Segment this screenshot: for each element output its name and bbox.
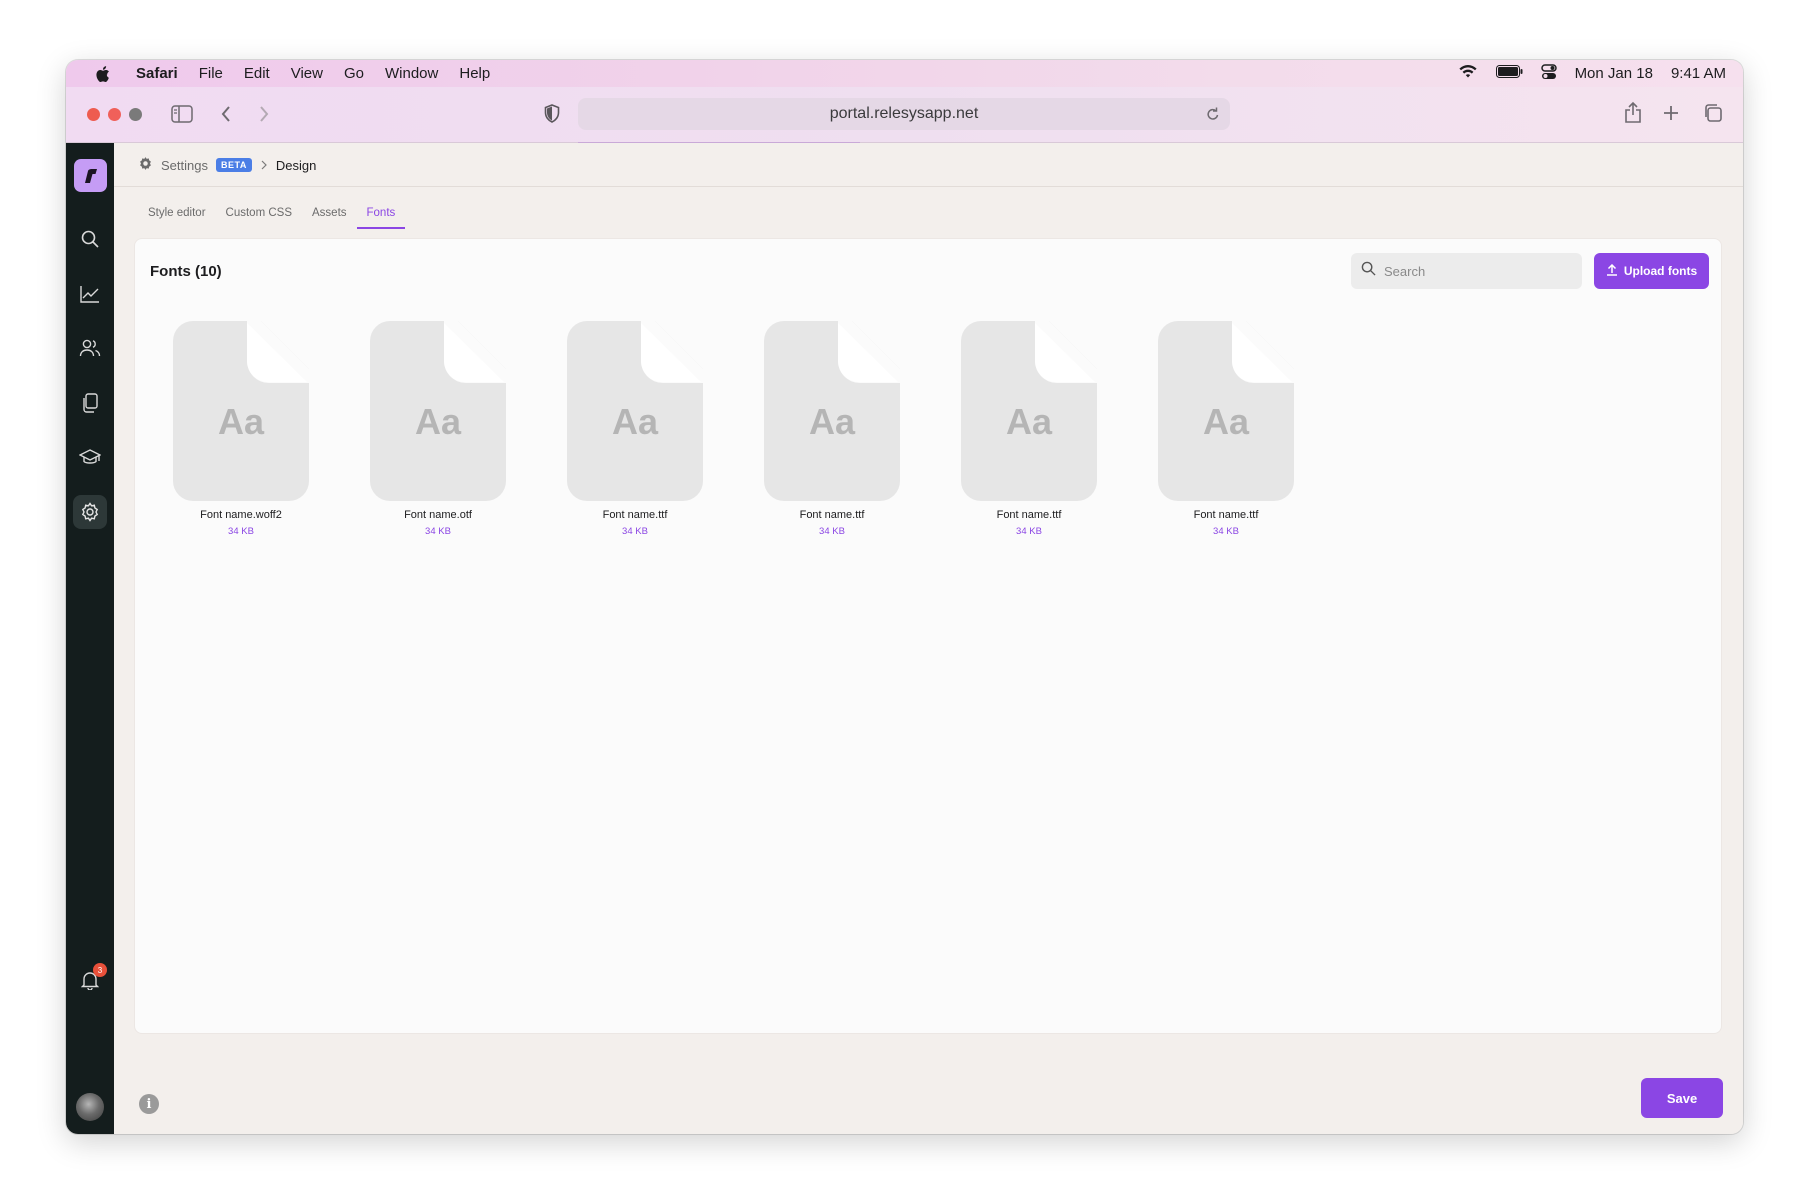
menu-edit[interactable]: Edit xyxy=(244,65,270,82)
menu-view[interactable]: View xyxy=(291,65,323,82)
font-name: Font name.ttf xyxy=(602,509,668,521)
design-tabs: Style editor Custom CSS Assets Fonts xyxy=(138,207,406,229)
font-preview: Aa xyxy=(1005,401,1053,442)
analytics-icon[interactable] xyxy=(78,282,102,306)
tab-custom-css[interactable]: Custom CSS xyxy=(216,207,302,229)
learning-icon[interactable] xyxy=(78,445,102,469)
font-card[interactable]: Aa Font name.woff2 34 KB xyxy=(173,321,309,537)
battery-icon[interactable] xyxy=(1495,65,1523,82)
settings-gear-icon xyxy=(138,156,153,174)
upload-fonts-button[interactable]: Upload fonts xyxy=(1594,253,1709,289)
breadcrumb-current: Design xyxy=(275,157,317,173)
reload-icon[interactable] xyxy=(1206,106,1220,127)
breadcrumb: Settings BETA Design xyxy=(138,155,316,175)
fonts-panel: Fonts (10) Upload fonts Aa Font name.woff… xyxy=(134,238,1722,1034)
app-logo[interactable] xyxy=(74,159,107,192)
search-box[interactable] xyxy=(1351,253,1582,289)
menubar-time: 9:41 AM xyxy=(1670,65,1726,82)
upload-fonts-label: Upload fonts xyxy=(1623,264,1698,278)
macos-menubar: Safari File Edit View Go Window Help Mon… xyxy=(66,60,1743,87)
font-file-icon: Aa xyxy=(567,321,703,501)
font-preview: Aa xyxy=(414,401,462,442)
font-size: 34 KB xyxy=(622,526,648,537)
font-size: 34 KB xyxy=(425,526,451,537)
main-content: Settings BETA Design Style editor Custom… xyxy=(114,143,1743,1134)
font-file-icon: Aa xyxy=(1158,321,1294,501)
browser-toolbar: portal.relesysapp.net xyxy=(66,87,1743,144)
font-file-icon: Aa xyxy=(370,321,506,501)
font-card[interactable]: Aa Font name.ttf 34 KB xyxy=(567,321,703,537)
apple-icon[interactable] xyxy=(94,65,112,83)
info-icon[interactable]: i xyxy=(139,1094,159,1114)
menu-file[interactable]: File xyxy=(199,65,223,82)
new-tab-icon[interactable] xyxy=(1663,105,1679,121)
search-icon xyxy=(1361,261,1376,281)
address-bar[interactable]: portal.relesysapp.net xyxy=(578,98,1230,130)
font-name: Font name.woff2 xyxy=(200,509,282,521)
breadcrumb-settings-link[interactable]: Settings xyxy=(161,158,208,173)
search-icon[interactable] xyxy=(78,227,102,251)
chevron-right-icon xyxy=(260,158,268,173)
safari-window: Safari File Edit View Go Window Help Mon… xyxy=(66,60,1743,1134)
menu-window[interactable]: Window xyxy=(385,65,438,82)
font-file-icon: Aa xyxy=(173,321,309,501)
window-controls xyxy=(87,108,142,121)
font-card[interactable]: Aa Font name.ttf 34 KB xyxy=(764,321,900,537)
url-text: portal.relesysapp.net xyxy=(829,105,979,122)
beta-badge: BETA xyxy=(215,158,252,172)
upload-icon xyxy=(1606,263,1618,279)
pages-icon[interactable] xyxy=(78,391,102,415)
tab-assets[interactable]: Assets xyxy=(302,207,357,229)
users-icon[interactable] xyxy=(78,336,102,360)
minimize-window-button[interactable] xyxy=(108,108,121,121)
privacy-shield-icon[interactable] xyxy=(544,104,560,123)
sidebar-toggle-icon[interactable] xyxy=(171,105,193,123)
font-size: 34 KB xyxy=(1016,526,1042,537)
app-sidebar: 3 xyxy=(66,143,114,1134)
zoom-window-button[interactable] xyxy=(129,108,142,121)
header-divider xyxy=(114,186,1743,187)
tab-overview-icon[interactable] xyxy=(1703,103,1723,123)
fonts-title: Fonts (10) xyxy=(150,263,222,280)
font-card[interactable]: Aa Font name.ttf 34 KB xyxy=(1158,321,1294,537)
back-icon[interactable] xyxy=(220,105,232,123)
font-file-icon: Aa xyxy=(764,321,900,501)
font-name: Font name.ttf xyxy=(996,509,1062,521)
settings-icon[interactable] xyxy=(73,495,107,529)
notifications-bell-icon[interactable]: 3 xyxy=(78,963,107,992)
font-preview: Aa xyxy=(611,401,659,442)
menu-go[interactable]: Go xyxy=(344,65,364,82)
font-card[interactable]: Aa Font name.otf 34 KB xyxy=(370,321,506,537)
menu-safari[interactable]: Safari xyxy=(136,65,178,82)
font-preview: Aa xyxy=(1202,401,1250,442)
wifi-icon[interactable] xyxy=(1458,64,1478,83)
font-preview: Aa xyxy=(217,401,265,442)
font-file-icon: Aa xyxy=(961,321,1097,501)
font-card[interactable]: Aa Font name.ttf 34 KB xyxy=(961,321,1097,537)
notification-badge: 3 xyxy=(93,963,107,977)
user-avatar[interactable] xyxy=(76,1093,104,1121)
control-center-icon[interactable] xyxy=(1540,63,1557,84)
share-icon[interactable] xyxy=(1624,101,1642,123)
save-button[interactable]: Save xyxy=(1641,1078,1723,1118)
font-size: 34 KB xyxy=(228,526,254,537)
font-name: Font name.ttf xyxy=(1193,509,1259,521)
font-preview: Aa xyxy=(808,401,856,442)
tab-fonts[interactable]: Fonts xyxy=(356,207,406,229)
menu-help[interactable]: Help xyxy=(459,65,490,82)
menubar-date: Mon Jan 18 xyxy=(1574,65,1653,82)
tab-style-editor[interactable]: Style editor xyxy=(138,207,216,229)
forward-icon[interactable] xyxy=(258,105,270,123)
font-name: Font name.ttf xyxy=(799,509,865,521)
font-size: 34 KB xyxy=(1213,526,1239,537)
font-size: 34 KB xyxy=(819,526,845,537)
font-name: Font name.otf xyxy=(404,509,472,521)
search-input[interactable] xyxy=(1384,263,1564,279)
close-window-button[interactable] xyxy=(87,108,100,121)
